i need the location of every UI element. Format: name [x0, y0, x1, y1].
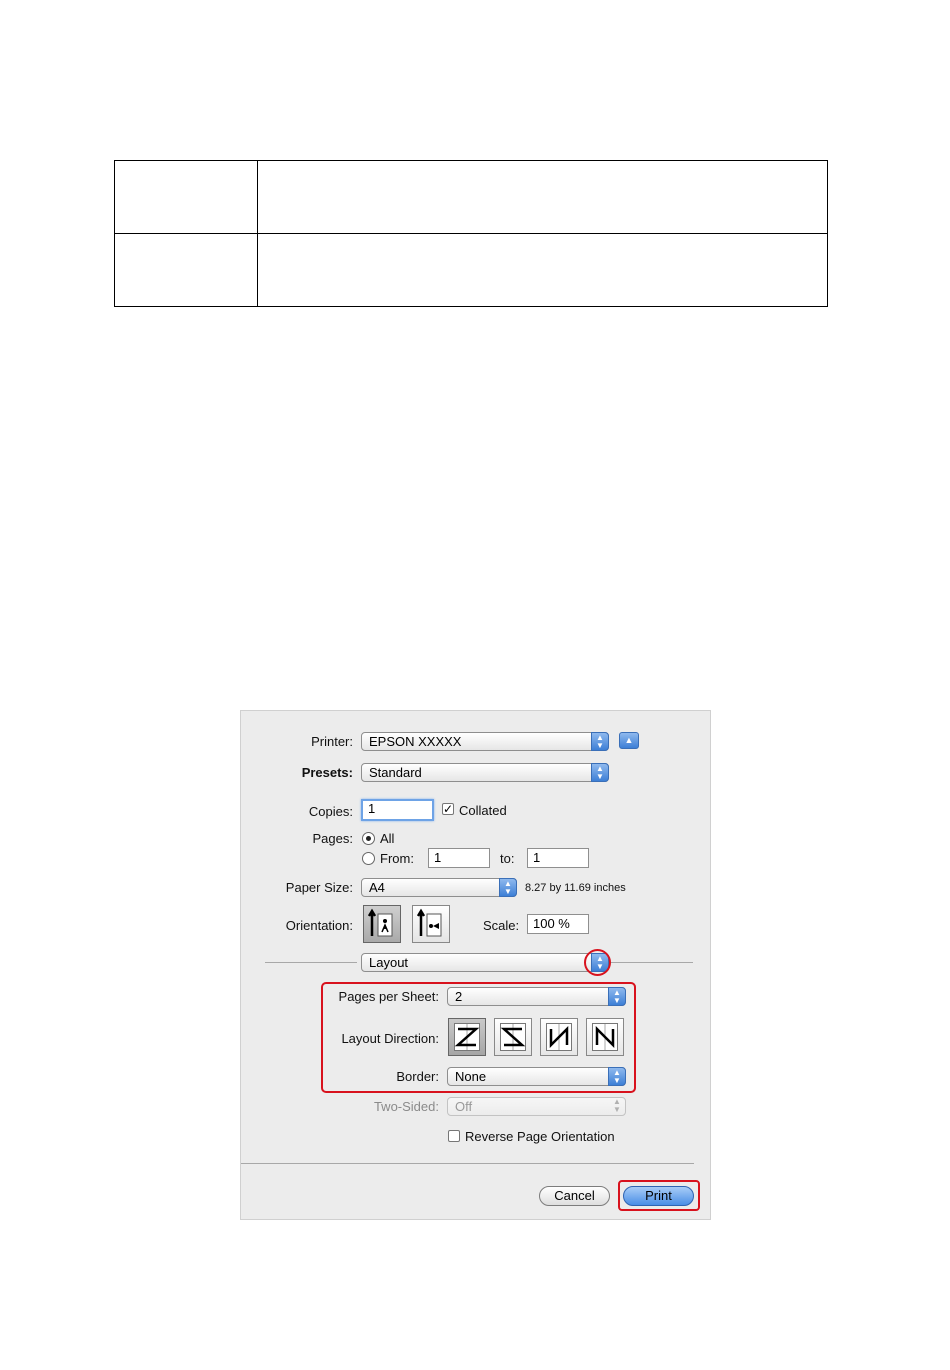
presets-label: Presets: — [301, 765, 353, 780]
layout-direction-label: Layout Direction: — [341, 1031, 439, 1046]
table-cell — [114, 233, 258, 307]
table-cell — [257, 160, 828, 234]
pages-per-sheet-popup[interactable]: 2 ▲ ▼ — [447, 987, 626, 1006]
two-sided-popup[interactable]: Off ▲ ▼ — [447, 1097, 626, 1116]
popup-arrows-icon: ▲ ▼ — [591, 763, 609, 782]
scale-field[interactable]: 100 % — [527, 914, 589, 934]
highlight-box — [618, 1180, 700, 1211]
n-direction-icon — [592, 1023, 618, 1051]
popup-arrows-icon: ▲ ▼ — [613, 1097, 621, 1114]
paper-size-label: Paper Size: — [285, 880, 353, 895]
table-cell — [114, 160, 258, 234]
popup-arrows-icon: ▲ ▼ — [608, 1067, 626, 1086]
popup-arrows-icon: ▲ ▼ — [499, 878, 517, 897]
two-sided-value: Off — [455, 1099, 473, 1114]
reverse-orientation-checkbox[interactable] — [448, 1130, 460, 1142]
paper-size-value: A4 — [369, 880, 385, 895]
orientation-portrait-button[interactable] — [363, 905, 401, 943]
portrait-orientation-icon — [367, 908, 393, 937]
reverse-orientation-label: Reverse Page Orientation — [465, 1129, 615, 1144]
panel-value: Layout — [369, 955, 409, 970]
pages-per-sheet-value: 2 — [455, 989, 463, 1004]
document-table — [114, 160, 828, 307]
cancel-button[interactable]: Cancel — [539, 1186, 610, 1206]
paper-dimensions: 8.27 by 11.69 inches — [525, 882, 626, 894]
table-cell — [257, 233, 828, 307]
collated-checkbox[interactable]: ✓ — [442, 803, 454, 815]
panel-popup[interactable]: Layout ▲ ▼ — [361, 953, 609, 972]
separator-line — [241, 1163, 694, 1164]
z-direction-icon — [454, 1023, 480, 1051]
presets-popup[interactable]: Standard ▲ ▼ — [361, 763, 609, 782]
pages-to-field[interactable]: 1 — [527, 848, 589, 868]
s-direction-icon — [500, 1023, 526, 1051]
border-popup[interactable]: None ▲ ▼ — [447, 1067, 626, 1086]
n-reverse-direction-icon — [546, 1023, 572, 1051]
printer-popup[interactable]: EPSON XXXXX ▲ ▼ — [361, 732, 609, 751]
pages-to-label: to: — [500, 851, 515, 866]
pages-from-radio[interactable] — [362, 852, 375, 865]
popup-arrows-icon: ▲ ▼ — [608, 987, 626, 1006]
orientation-label: Orientation: — [285, 918, 353, 933]
orientation-landscape-button[interactable] — [412, 905, 450, 943]
checkmark-icon: ✓ — [443, 802, 454, 816]
triangle-up-icon: ▲ — [624, 735, 634, 745]
printer-value: EPSON XXXXX — [369, 734, 462, 749]
pages-all-radio[interactable] — [362, 832, 375, 845]
paper-size-popup[interactable]: A4 ▲ ▼ — [361, 878, 517, 897]
print-dialog: Printer: EPSON XXXXX ▲ ▼ ▲ Presets: Stand… — [240, 710, 711, 1220]
printer-label: Printer: — [311, 734, 353, 749]
layout-direction-z-button[interactable] — [448, 1018, 486, 1056]
presets-value: Standard — [369, 765, 422, 780]
copies-label: Copies: — [308, 804, 353, 819]
popup-arrows-icon: ▲ ▼ — [591, 732, 609, 751]
pages-from-label: From: — [380, 851, 414, 866]
pages-label: Pages: — [312, 831, 353, 846]
landscape-orientation-icon — [416, 908, 442, 937]
collated-label: Collated — [459, 803, 507, 818]
separator-line — [265, 962, 357, 963]
scale-label: Scale: — [483, 918, 520, 933]
pages-per-sheet-label: Pages per Sheet: — [338, 989, 439, 1004]
highlight-circle — [584, 949, 611, 976]
layout-direction-s-button[interactable] — [494, 1018, 532, 1056]
border-label: Border: — [396, 1069, 439, 1084]
copies-field[interactable]: 1 — [361, 799, 434, 821]
separator-line — [611, 962, 693, 963]
pages-all-label: All — [380, 831, 395, 846]
pages-from-field[interactable]: 1 — [428, 848, 490, 868]
two-sided-label: Two-Sided: — [373, 1099, 439, 1114]
layout-direction-n-reverse-button[interactable] — [540, 1018, 578, 1056]
border-value: None — [455, 1069, 487, 1084]
layout-direction-n-button[interactable] — [586, 1018, 624, 1056]
disclosure-button[interactable]: ▲ — [619, 732, 639, 749]
